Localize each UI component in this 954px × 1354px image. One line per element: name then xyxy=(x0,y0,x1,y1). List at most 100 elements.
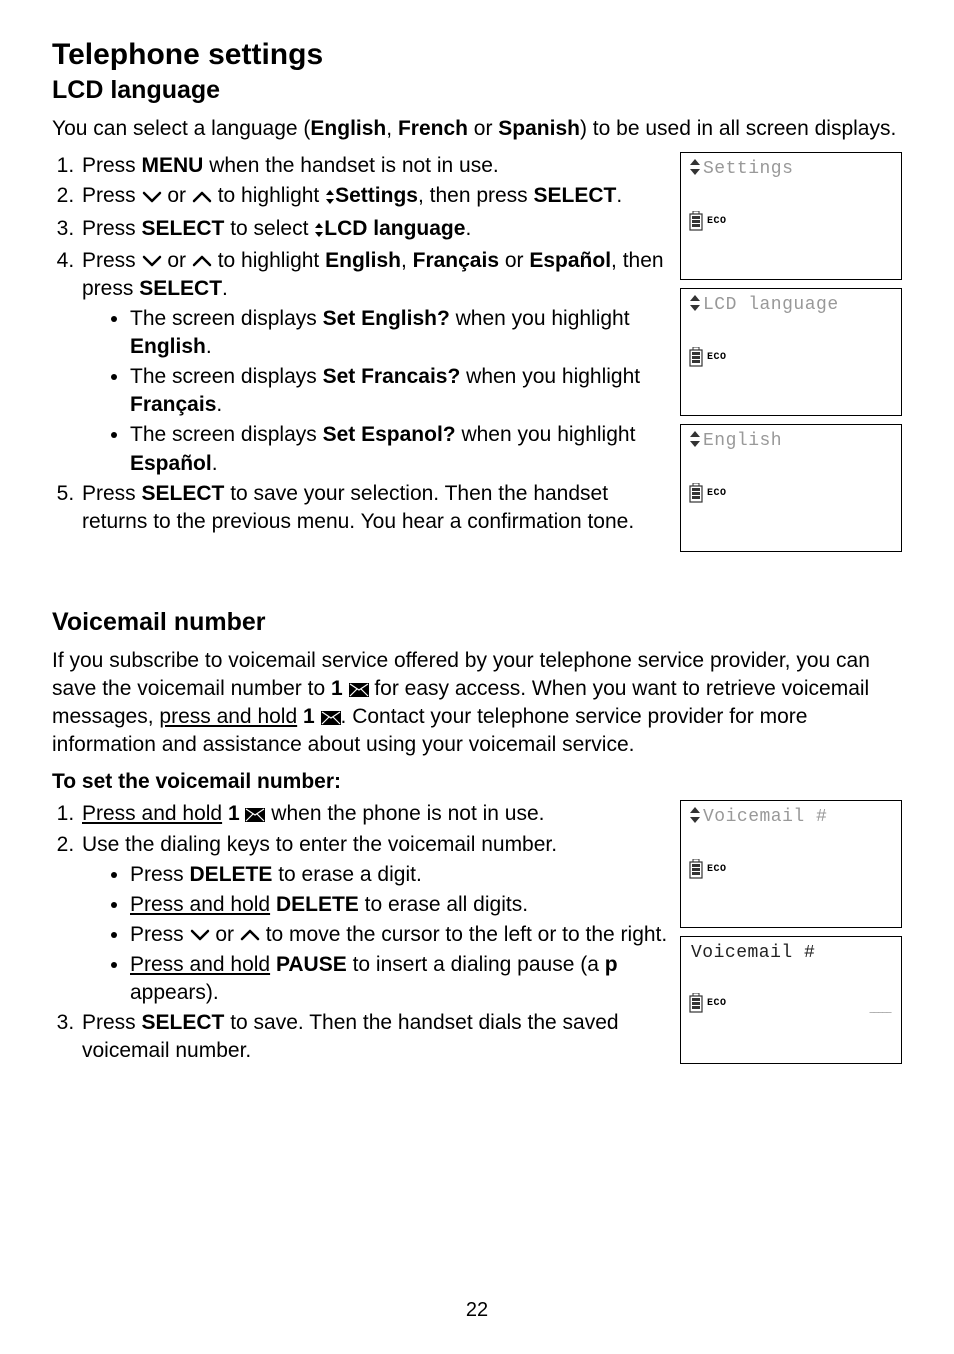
text: Use the dialing keys to enter the voicem… xyxy=(82,833,557,856)
text-bold: Français xyxy=(130,393,216,416)
battery-icon xyxy=(689,347,703,367)
text: . xyxy=(216,393,222,416)
text: Press xyxy=(82,154,142,177)
text: to move the cursor to the left or to the… xyxy=(260,923,667,946)
text-bold: 1 xyxy=(303,705,315,728)
text-underline: Press and hold xyxy=(130,893,270,916)
text: when the handset is not in use. xyxy=(203,154,498,177)
text: Press xyxy=(82,217,142,240)
text-bold: Set Espanol? xyxy=(323,423,456,446)
eco-label: ECO xyxy=(707,488,727,499)
cursor-indicator: _____ xyxy=(869,1006,891,1015)
text-bold: 1 xyxy=(331,677,343,700)
text: , xyxy=(386,117,398,140)
updown-icon xyxy=(689,159,703,181)
text: to highlight xyxy=(212,249,325,272)
text-bold: LCD language xyxy=(324,217,465,240)
text-bold: SELECT xyxy=(142,482,225,505)
envelope-icon xyxy=(349,675,369,702)
text: Press xyxy=(82,184,142,207)
text: . xyxy=(222,277,228,300)
lcd-screens-group-2: Voicemail # ECO Voicemail # _____ ECO xyxy=(680,800,902,1072)
lcd-screen-voicemail-2: Voicemail # _____ ECO xyxy=(680,936,902,1064)
updown-icon xyxy=(325,184,335,212)
text: Press xyxy=(82,1011,142,1034)
text-bold: English xyxy=(325,249,401,272)
eco-label: ECO xyxy=(707,998,727,1009)
updown-icon xyxy=(689,431,703,453)
eco-label: ECO xyxy=(707,864,727,875)
text: to insert a dialing pause (a xyxy=(347,953,605,976)
text-bold: Français xyxy=(413,249,499,272)
text: to select xyxy=(224,217,314,240)
text: ) to be used in all screen displays. xyxy=(580,117,896,140)
lcd-text: LCD language xyxy=(703,295,839,315)
text: to highlight xyxy=(212,184,325,207)
chevron-down-icon xyxy=(142,249,162,273)
text: when the phone is not in use. xyxy=(265,802,544,825)
section-heading-lcd-language: LCD language xyxy=(52,76,902,105)
battery-icon xyxy=(689,211,703,231)
text-bold: French xyxy=(398,117,468,140)
text-bold: DELETE xyxy=(190,863,273,886)
voicemail-intro: If you subscribe to voicemail service of… xyxy=(52,647,902,758)
text: appears). xyxy=(130,981,219,1004)
text-bold: SELECT xyxy=(142,1011,225,1034)
text: when you highlight xyxy=(456,423,636,446)
text-bold: SELECT xyxy=(142,217,225,240)
chevron-down-icon xyxy=(142,185,162,209)
text-underline: press and hold xyxy=(159,705,297,728)
text: Press xyxy=(82,482,142,505)
envelope-icon xyxy=(321,703,341,730)
text-bold: 1 xyxy=(228,802,240,825)
eco-label: ECO xyxy=(707,216,727,227)
lcd-language-intro: You can select a language (English, Fren… xyxy=(52,115,902,142)
text: Press xyxy=(82,249,142,272)
lcd-text: English xyxy=(703,431,782,451)
text: or xyxy=(468,117,498,140)
text: . xyxy=(465,217,471,240)
text: , xyxy=(401,249,413,272)
page-number: 22 xyxy=(0,1299,954,1322)
text: You can select a language ( xyxy=(52,117,310,140)
chevron-up-icon xyxy=(192,249,212,273)
text-bold: DELETE xyxy=(276,893,359,916)
text-bold: SELECT xyxy=(139,277,222,300)
text: or xyxy=(162,249,192,272)
text-bold: Set English? xyxy=(323,307,450,330)
text: Press xyxy=(130,863,190,886)
chevron-up-icon xyxy=(240,923,260,947)
eco-label: ECO xyxy=(707,352,727,363)
lcd-text: Settings xyxy=(703,159,793,179)
envelope-icon xyxy=(245,800,265,828)
text-bold: Spanish xyxy=(498,117,580,140)
updown-icon xyxy=(689,295,703,317)
section-heading-voicemail: Voicemail number xyxy=(52,608,902,637)
text: The screen displays xyxy=(130,307,323,330)
chevron-up-icon xyxy=(192,185,212,209)
text: to erase a digit. xyxy=(272,863,421,886)
updown-icon xyxy=(314,217,324,245)
text-bold: p xyxy=(605,953,618,976)
text-bold: SELECT xyxy=(534,184,617,207)
text: or xyxy=(210,923,240,946)
battery-icon xyxy=(689,993,703,1013)
text: , then press xyxy=(418,184,534,207)
text-bold: Set Francais? xyxy=(323,365,461,388)
text: . xyxy=(616,184,622,207)
battery-icon xyxy=(689,483,703,503)
text: to erase all digits. xyxy=(359,893,528,916)
text-bold: Español xyxy=(130,452,212,475)
text-bold: PAUSE xyxy=(276,953,347,976)
text: or xyxy=(499,249,529,272)
text-bold: English xyxy=(310,117,386,140)
lcd-text: Voicemail # xyxy=(691,943,815,963)
updown-icon xyxy=(689,807,703,829)
text-bold: MENU xyxy=(142,154,204,177)
text-bold: Settings xyxy=(335,184,418,207)
text: when you highlight xyxy=(450,307,630,330)
lcd-screens-group-1: Settings ECO LCD language ECO xyxy=(680,152,902,560)
lcd-screen-lcd-language: LCD language ECO xyxy=(680,288,902,416)
chevron-down-icon xyxy=(190,923,210,947)
text: The screen displays xyxy=(130,365,323,388)
